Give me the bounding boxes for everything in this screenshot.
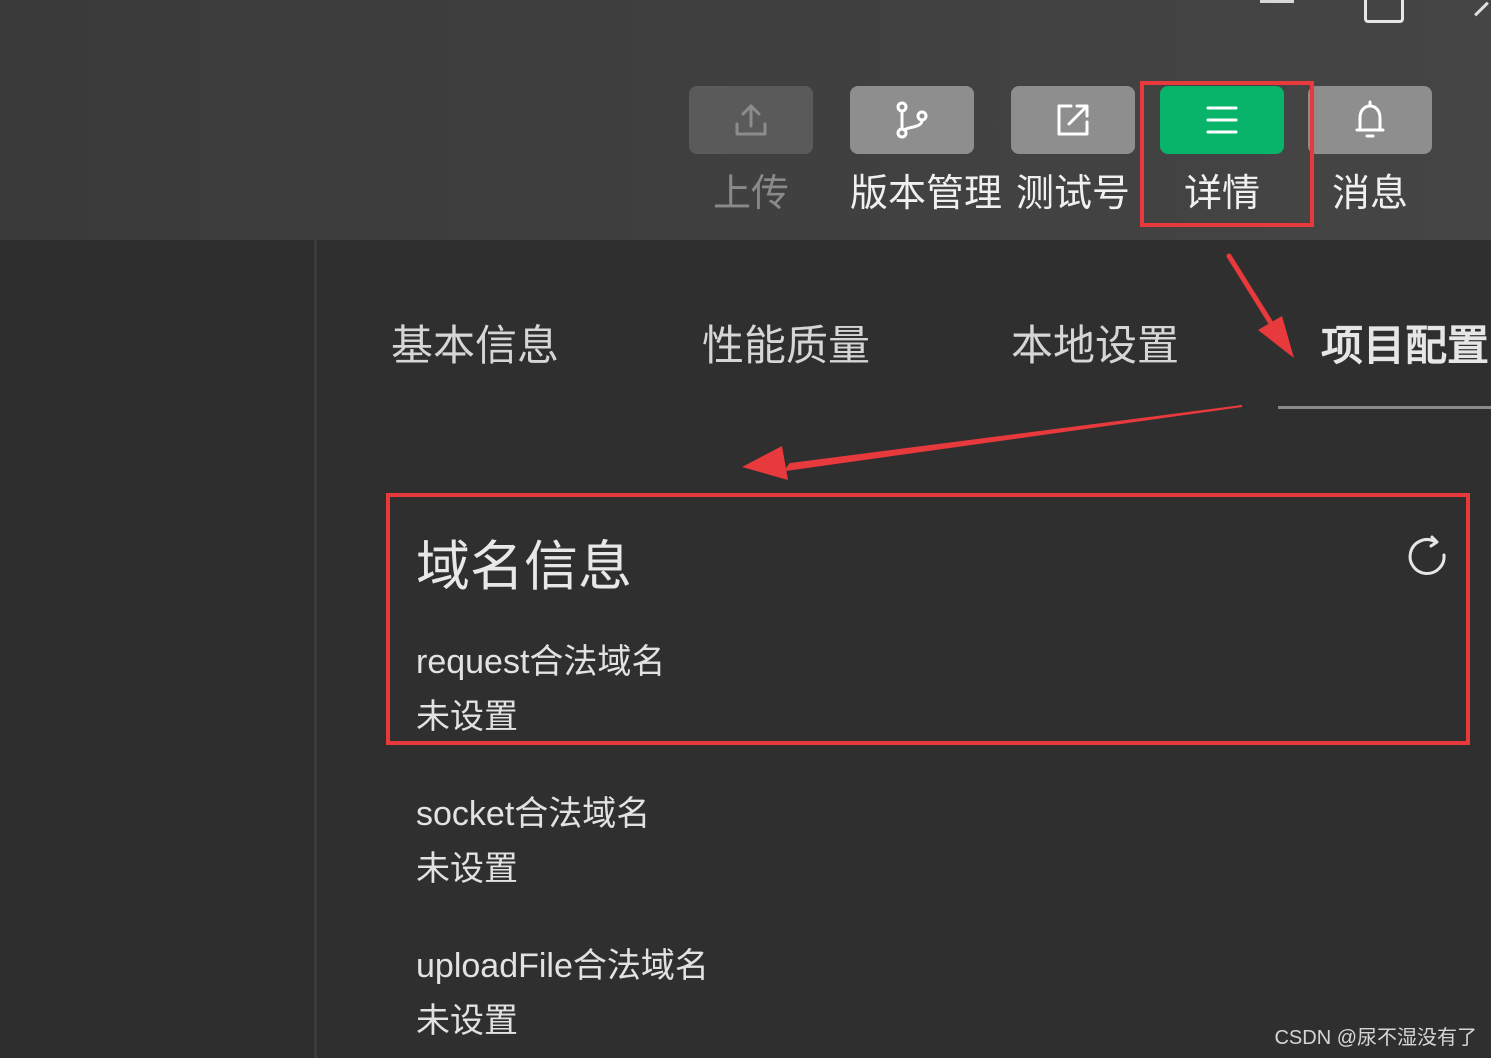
upload-label: 上传 (712, 173, 789, 215)
messages-label: 消息 (1331, 173, 1408, 215)
socket-domain-label: socket合法域名 (416, 795, 651, 833)
version-management-label: 版本管理 (850, 173, 1003, 215)
tab-basic-info[interactable]: 基本信息 (391, 312, 559, 373)
bell-icon (1308, 86, 1432, 154)
details-tabs: 基本信息 性能质量 本地设置 项目配置 (317, 240, 1491, 410)
close-icon[interactable] (1474, 0, 1491, 22)
tab-project-config[interactable]: 项目配置 (1321, 312, 1489, 373)
left-panel (0, 240, 314, 1058)
uploadfile-domain-value: 未设置 (416, 1002, 518, 1040)
minimize-icon[interactable] (1257, 0, 1297, 22)
watermark: CSDN @尿不湿没有了 (1274, 1027, 1477, 1049)
details-highlight-box (1140, 81, 1314, 227)
active-tab-indicator (1278, 406, 1491, 409)
messages-button[interactable]: 消息 (1308, 86, 1432, 214)
socket-domain-value: 未设置 (416, 850, 518, 888)
test-account-label: 测试号 (1015, 173, 1130, 215)
external-link-icon (1011, 86, 1135, 154)
branch-icon (850, 86, 974, 154)
test-account-button[interactable]: 测试号 (1011, 86, 1135, 214)
upload-button[interactable]: 上传 (689, 86, 813, 214)
version-management-button[interactable]: 版本管理 (850, 86, 1003, 215)
upload-icon (689, 86, 813, 154)
tab-local-settings[interactable]: 本地设置 (1011, 312, 1179, 373)
restore-window-icon[interactable] (1364, 0, 1410, 23)
domain-info-highlight-box (386, 493, 1470, 745)
tab-performance-quality[interactable]: 性能质量 (702, 312, 870, 373)
uploadfile-domain-label: uploadFile合法域名 (416, 947, 709, 985)
